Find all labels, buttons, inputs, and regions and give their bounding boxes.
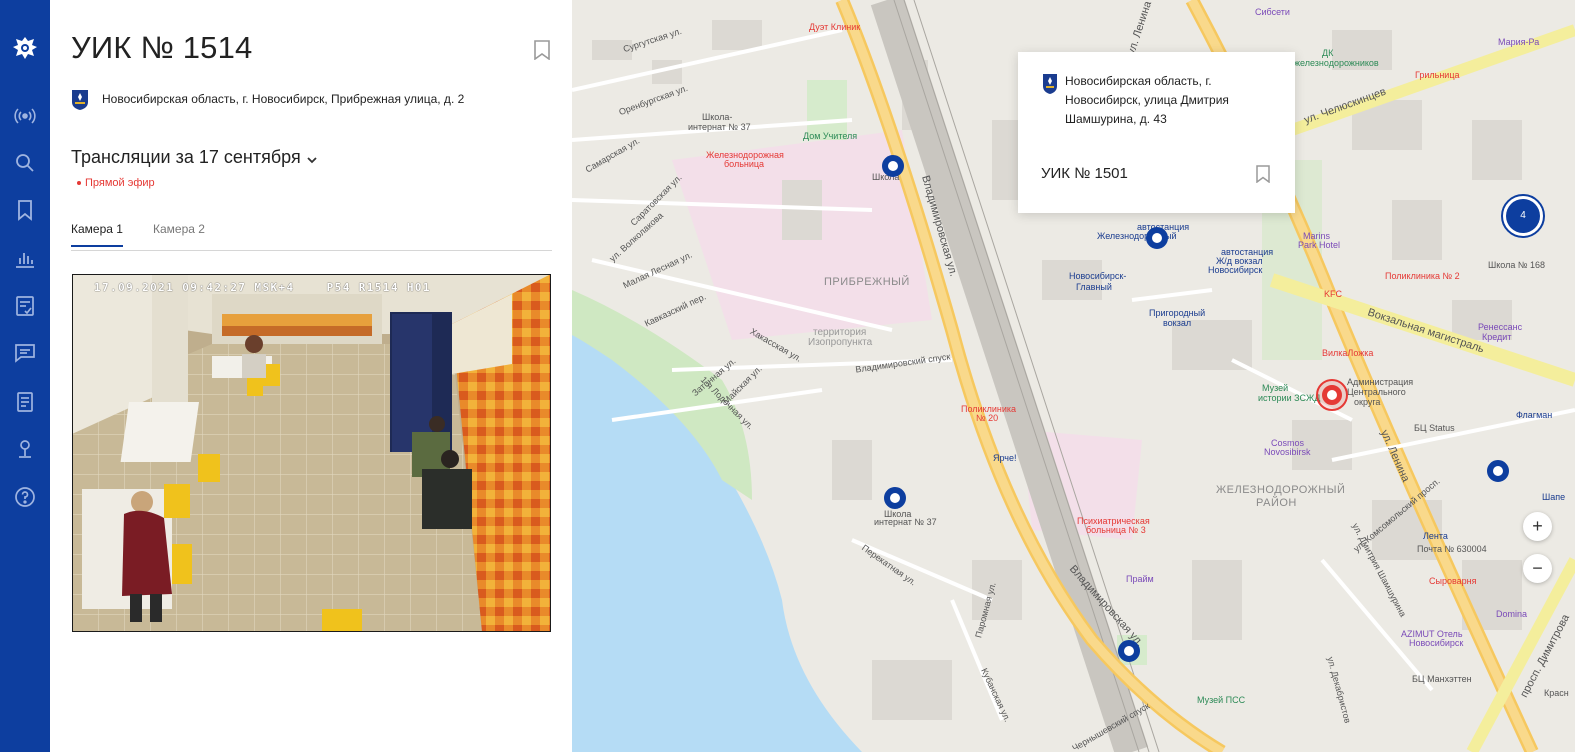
popup-address: Новосибирская область, г. Новосибирск, у… [1065, 74, 1229, 126]
left-rail [0, 0, 50, 752]
map-label: Park Hotel [1298, 240, 1341, 250]
map-label: ВилкаЛожка [1322, 348, 1374, 358]
broadcast-date-label: Трансляции за 17 сентября [71, 147, 301, 167]
map-label: интернат № 37 [688, 122, 751, 132]
map-label: Ярче! [993, 453, 1017, 463]
search-icon[interactable] [13, 151, 37, 175]
map-label: Пригородный [1149, 308, 1206, 318]
station-popup[interactable]: Новосибирская область, г. Новосибирск, у… [1018, 52, 1295, 213]
map-label: ПРИБРЕЖНЫЙ [824, 276, 910, 288]
map-label: Novosibirsk [1264, 447, 1311, 457]
live-dot-icon [77, 181, 81, 186]
map-label: ЖЕЛЕЗНОДОРОЖНЫЙ [1216, 484, 1346, 496]
map-label: Лента [1423, 531, 1448, 541]
map-label: Кредит [1482, 332, 1512, 342]
map-label: Изопропункта [808, 337, 873, 348]
map-label: Школа № 168 [1488, 260, 1546, 270]
emblem-logo-icon[interactable] [10, 33, 40, 63]
bookmark-icon[interactable] [13, 198, 37, 222]
map-label: больница № 3 [1086, 525, 1146, 535]
map-label: Администрация [1347, 377, 1414, 387]
statistics-icon[interactable] [13, 247, 37, 271]
map-label: Музей [1262, 383, 1289, 393]
polling-station-marker[interactable] [882, 155, 904, 177]
region-emblem-icon [71, 89, 89, 111]
live-label: Прямой эфир [85, 177, 155, 189]
map-label: Прайм [1126, 574, 1154, 584]
map-label: железнодорожников [1294, 58, 1379, 68]
map-label: БЦ Манхэттен [1412, 674, 1472, 684]
map-label: Красн [1544, 688, 1569, 698]
map-label: Почта № 630004 [1417, 544, 1487, 554]
map-label: Музей ПСС [1197, 695, 1246, 705]
map-label: Грильница [1415, 70, 1460, 80]
map-label: Сыроварня [1429, 576, 1477, 586]
map-label: Шапе [1542, 492, 1566, 502]
page-title: УИК № 1514 [71, 30, 253, 65]
map-label: Ренессанс [1478, 322, 1523, 332]
polling-station-marker[interactable] [1487, 460, 1509, 482]
tab-camera-2[interactable]: Камера 2 [153, 222, 205, 245]
map-label: Главный [1076, 282, 1112, 292]
checklist-icon[interactable] [13, 294, 37, 318]
map-label: Поликлиника № 2 [1385, 271, 1460, 281]
map-label: Новосибирск [1208, 265, 1263, 275]
map-label: KFC [1324, 289, 1342, 299]
live-status: Прямой эфир [77, 177, 155, 189]
map-label: ДК [1322, 48, 1334, 58]
map-label: РАЙОН [1256, 497, 1297, 509]
polling-station-address: Новосибирская область, г. Новосибирск, П… [102, 92, 465, 106]
zoom-out-button[interactable]: − [1523, 554, 1552, 583]
video-timestamp-overlay: 17.09.2021 09:42:27 MSK+4 P54 R1514 H01 [94, 281, 431, 294]
tab-camera-1[interactable]: Камера 1 [71, 222, 123, 247]
broadcast-icon[interactable] [13, 104, 37, 128]
map-label: Школа- [702, 112, 733, 122]
map-label: Новосибирск- [1069, 271, 1127, 281]
polling-station-marker[interactable] [884, 487, 906, 509]
polling-station-marker[interactable] [1118, 640, 1140, 662]
map-label: Дуэт Клиник [809, 22, 861, 32]
map-label: вокзал [1163, 318, 1192, 328]
marker-cluster[interactable]: 4 [1501, 194, 1545, 238]
map-label: больница [724, 159, 765, 169]
popup-bookmark-button[interactable] [1255, 165, 1271, 184]
map-label: округа [1354, 397, 1381, 407]
map-label: Domina [1496, 609, 1528, 619]
map-label: Дом Учителя [803, 131, 858, 141]
person-icon[interactable] [13, 437, 37, 461]
map-label: Мария-Ра [1498, 37, 1540, 47]
map-label: Центрального [1347, 387, 1406, 397]
map-label: Новосибирск [1409, 638, 1464, 648]
region-emblem-icon [1042, 73, 1058, 95]
broadcast-date-dropdown[interactable]: Трансляции за 17 сентября [71, 147, 317, 169]
cluster-count: 4 [1506, 199, 1540, 233]
help-icon[interactable] [13, 485, 37, 509]
zoom-in-button[interactable]: + [1523, 512, 1552, 541]
map-label: № 20 [976, 413, 999, 423]
map-label: Флагман [1516, 410, 1553, 420]
map-label: БЦ Status [1414, 423, 1455, 433]
messages-icon[interactable] [13, 341, 37, 365]
camera-video-player[interactable] [72, 274, 551, 632]
selected-station-dot-icon [1322, 385, 1342, 405]
map-label: Сибсети [1255, 7, 1290, 17]
polling-station-marker[interactable] [1146, 227, 1168, 249]
map-label: интернат № 37 [874, 517, 937, 527]
chevron-down-icon [307, 148, 317, 169]
bookmark-button[interactable] [533, 40, 551, 61]
selected-station-marker[interactable] [1316, 379, 1348, 411]
popup-title[interactable]: УИК № 1501 [1041, 165, 1128, 182]
map-label: истории ЗСЖД [1258, 393, 1321, 403]
camera-tabs: Камера 1 Камера 2 [71, 222, 552, 251]
document-icon[interactable] [13, 390, 37, 414]
